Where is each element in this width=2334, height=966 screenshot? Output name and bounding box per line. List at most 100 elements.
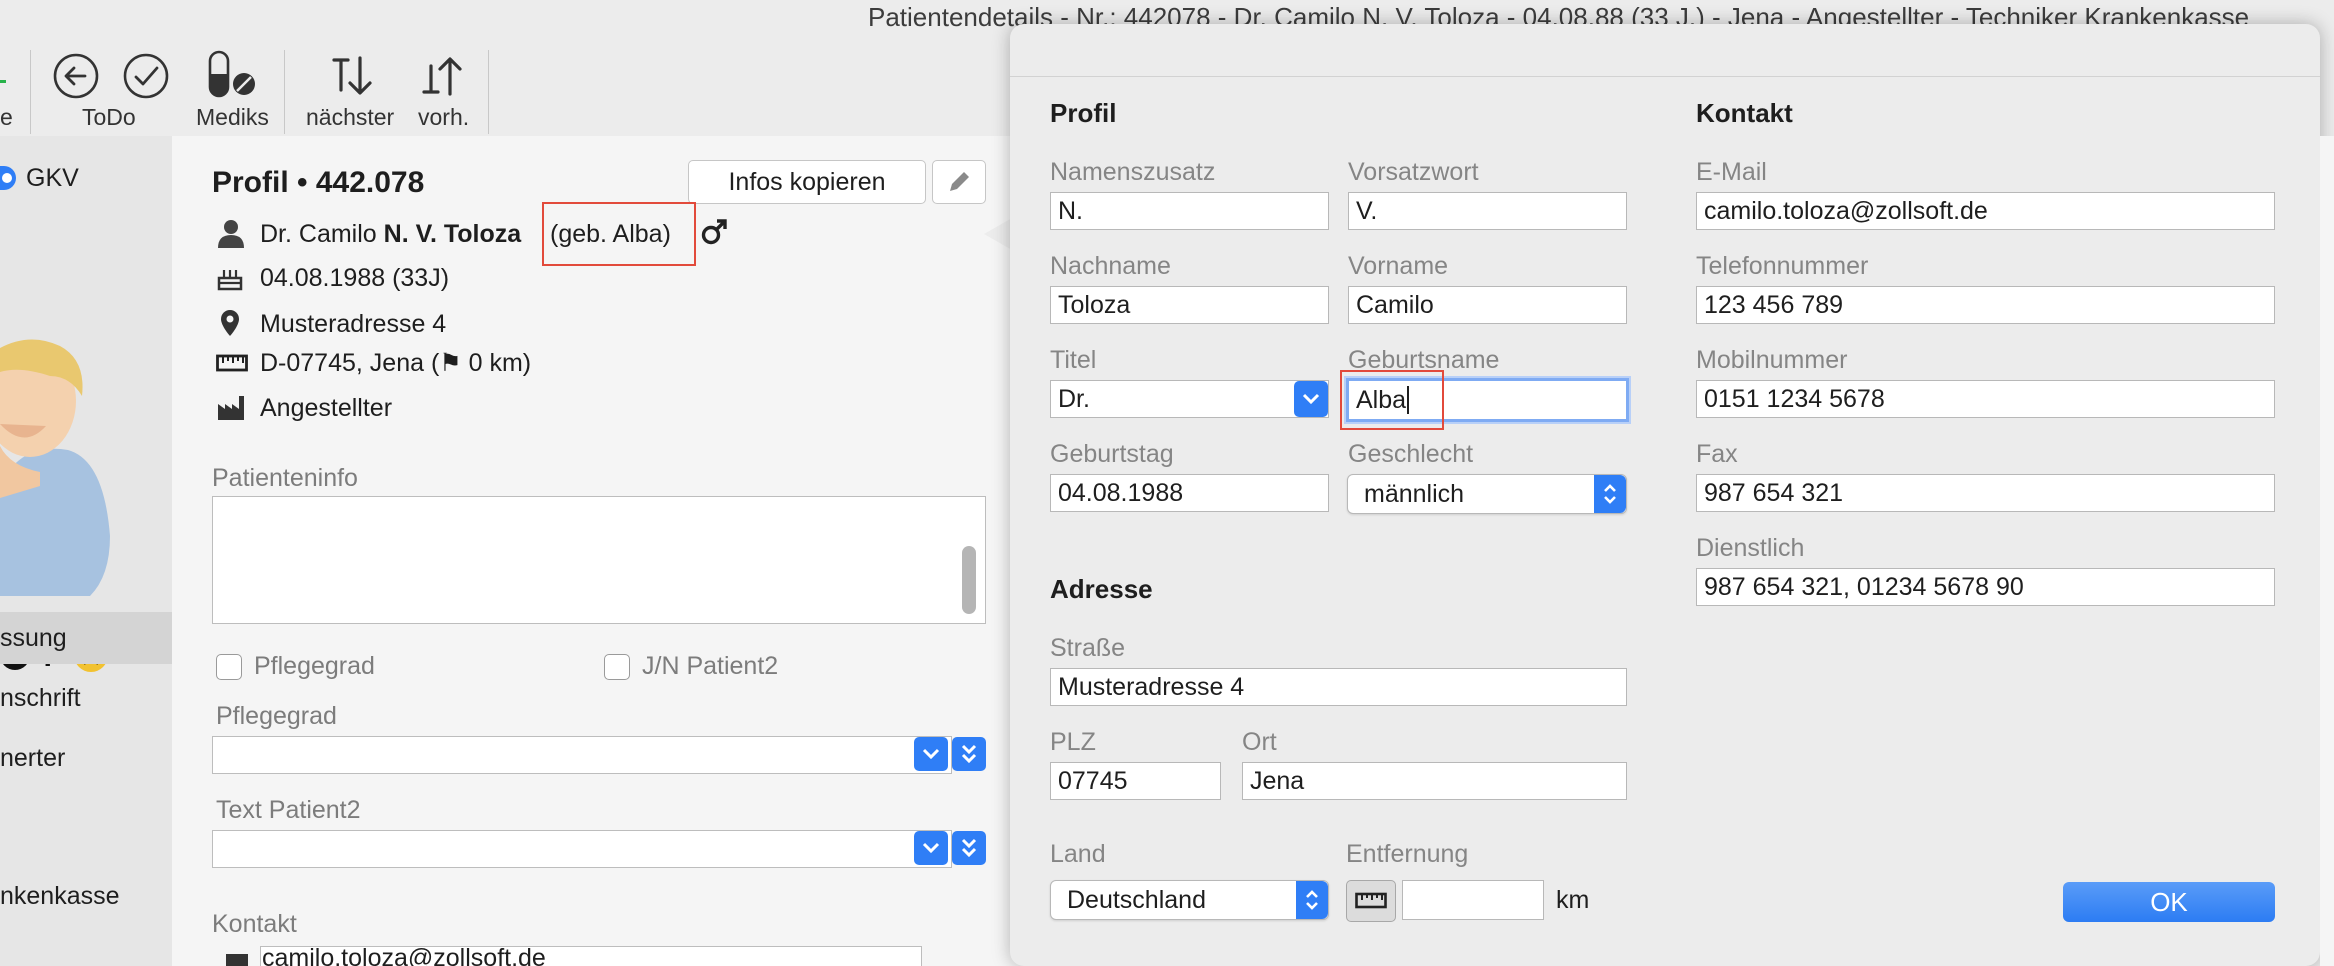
telefon-field[interactable]: 123 456 789: [1696, 286, 2275, 324]
toolbar-prev-button[interactable]: vorh.: [418, 104, 469, 131]
ruler-icon: [216, 352, 248, 379]
patient-avatar: [0, 236, 112, 641]
toolbar-todo-button[interactable]: ToDo: [82, 104, 136, 131]
profile-title: Profil • 442.078: [212, 166, 425, 199]
geburtsname-highlight: [1340, 370, 1444, 430]
toolbar-next-button[interactable]: nächster: [306, 104, 394, 131]
geschlecht-value: männlich: [1364, 479, 1465, 508]
text-patient2-extra-button[interactable]: [952, 831, 986, 865]
patient2-checkbox[interactable]: [604, 654, 630, 680]
factory-icon: [216, 394, 246, 427]
patient-info-textarea[interactable]: [212, 496, 986, 624]
double-chevron-icon: [961, 838, 977, 858]
geburtstag-field[interactable]: 04.08.1988: [1050, 474, 1329, 512]
pencil-icon: [950, 172, 969, 191]
pflegegrad-extra-button[interactable]: [952, 737, 986, 771]
vorsatzwort-label: Vorsatzwort: [1348, 158, 1479, 186]
ort-field[interactable]: Jena: [1242, 762, 1627, 800]
chevron-down-icon: [922, 748, 940, 760]
dienstlich-label: Dienstlich: [1696, 534, 1805, 562]
titel-combobox[interactable]: Dr.: [1050, 380, 1329, 418]
male-icon: [700, 216, 730, 251]
toolbar: e ToDo Mediks nächster vorh.: [0, 38, 1010, 136]
pflegegrad-label: Pflegegrad: [216, 702, 337, 730]
measure-distance-button[interactable]: [1346, 880, 1396, 922]
entfernung-label: Entfernung: [1346, 840, 1469, 868]
geschlecht-popup[interactable]: männlich: [1347, 474, 1627, 514]
fax-label: Fax: [1696, 440, 1738, 468]
land-popup[interactable]: Deutschland: [1050, 880, 1329, 920]
ok-button[interactable]: OK: [2063, 882, 2275, 922]
check-circle-icon[interactable]: [122, 52, 170, 105]
contact-email-row[interactable]: camilo.toloza@zollsoft.de: [216, 946, 970, 966]
arrow-down-icon[interactable]: [330, 52, 376, 105]
dienstlich-field[interactable]: 987 654 321, 01234 5678 90: [1696, 568, 2275, 606]
textarea-scrollbar[interactable]: [962, 546, 976, 614]
patient-birthday: 04.08.1988 (33J): [260, 264, 450, 292]
insurance-type-label: GKV: [26, 164, 79, 192]
popover-arrow: [984, 218, 1012, 250]
plz-field[interactable]: 07745: [1050, 762, 1221, 800]
patient-name: Dr. Camilo N. V. Toloza: [260, 220, 521, 249]
email-field[interactable]: camilo.toloza@zollsoft.de: [1696, 192, 2275, 230]
pflegegrad-checkbox[interactable]: [216, 654, 242, 680]
ort-label: Ort: [1242, 728, 1277, 756]
patient-city: D-07745, Jena (⚑ 0 km): [260, 349, 532, 377]
back-circle-icon[interactable]: [52, 52, 100, 105]
background-panel-edge: [2320, 136, 2334, 966]
strasse-field[interactable]: Musteradresse 4: [1050, 668, 1627, 706]
kontakt-heading: Kontakt: [1696, 98, 1793, 128]
sidebar-item-2[interactable]: nschrift: [0, 684, 81, 713]
namenszusatz-field[interactable]: N.: [1050, 192, 1329, 230]
pflegegrad-dropdown-button[interactable]: [914, 737, 948, 771]
sidebar-item-1[interactable]: ssung: [0, 624, 67, 653]
double-chevron-icon: [961, 744, 977, 764]
contact-email: camilo.toloza@zollsoft.de: [262, 946, 546, 966]
sidebar-item-3[interactable]: nerter: [0, 744, 65, 773]
mobil-label: Mobilnummer: [1696, 346, 1848, 374]
text-patient2-dropdown-button[interactable]: [914, 831, 948, 865]
toolbar-separator: [488, 50, 489, 134]
chevron-down-icon: [1302, 393, 1320, 405]
pills-icon[interactable]: [206, 50, 258, 105]
land-label: Land: [1050, 840, 1106, 868]
entfernung-unit: km: [1556, 886, 1590, 914]
plz-label: PLZ: [1050, 728, 1096, 756]
titel-label: Titel: [1050, 346, 1097, 374]
mobil-field[interactable]: 0151 1234 5678: [1696, 380, 2275, 418]
profil-heading: Profil: [1050, 98, 1117, 128]
edit-button[interactable]: [932, 160, 986, 204]
contact-label: Kontakt: [212, 910, 297, 938]
nachname-label: Nachname: [1050, 252, 1171, 280]
geschlecht-label: Geschlecht: [1348, 440, 1474, 468]
status-indicator: [0, 80, 6, 83]
vorname-field[interactable]: Camilo: [1348, 286, 1627, 324]
patient2-checkbox-label: J/N Patient2: [642, 652, 779, 680]
patient-street: Musteradresse 4: [260, 310, 447, 338]
name-prefix: Dr. Camilo: [260, 220, 384, 248]
toolbar-mediks-button[interactable]: Mediks: [196, 104, 269, 131]
text-patient2-combobox[interactable]: [212, 830, 952, 868]
copy-info-button[interactable]: Infos kopieren: [688, 160, 926, 204]
namenszusatz-label: Namenszusatz: [1050, 158, 1216, 186]
entfernung-field[interactable]: [1402, 880, 1544, 920]
location-pin-icon: [216, 308, 244, 343]
sidebar-item-4[interactable]: nkenkasse: [0, 882, 120, 911]
toolbar-partial-label[interactable]: e: [0, 104, 13, 131]
arrow-up-icon[interactable]: [420, 52, 466, 105]
pflegegrad-combobox[interactable]: [212, 736, 952, 774]
sidebar: GKV ✱ ssung nschrift nerter nkenkasse: [0, 136, 172, 966]
nachname-field[interactable]: Toloza: [1050, 286, 1329, 324]
fax-field[interactable]: 987 654 321: [1696, 474, 2275, 512]
titel-dropdown-button[interactable]: [1294, 381, 1328, 417]
chevron-down-icon: [922, 842, 940, 854]
adresse-heading: Adresse: [1050, 574, 1153, 604]
gkv-radio[interactable]: [0, 166, 16, 190]
patient-occupation: Angestellter: [260, 394, 393, 422]
vorsatzwort-field[interactable]: V.: [1348, 192, 1627, 230]
popover-divider: [1010, 76, 2320, 77]
titel-value: Dr.: [1058, 384, 1090, 413]
name-bold: N. V. Toloza: [383, 220, 522, 248]
toolbar-separator: [30, 50, 31, 134]
telefon-label: Telefonnummer: [1696, 252, 1869, 280]
